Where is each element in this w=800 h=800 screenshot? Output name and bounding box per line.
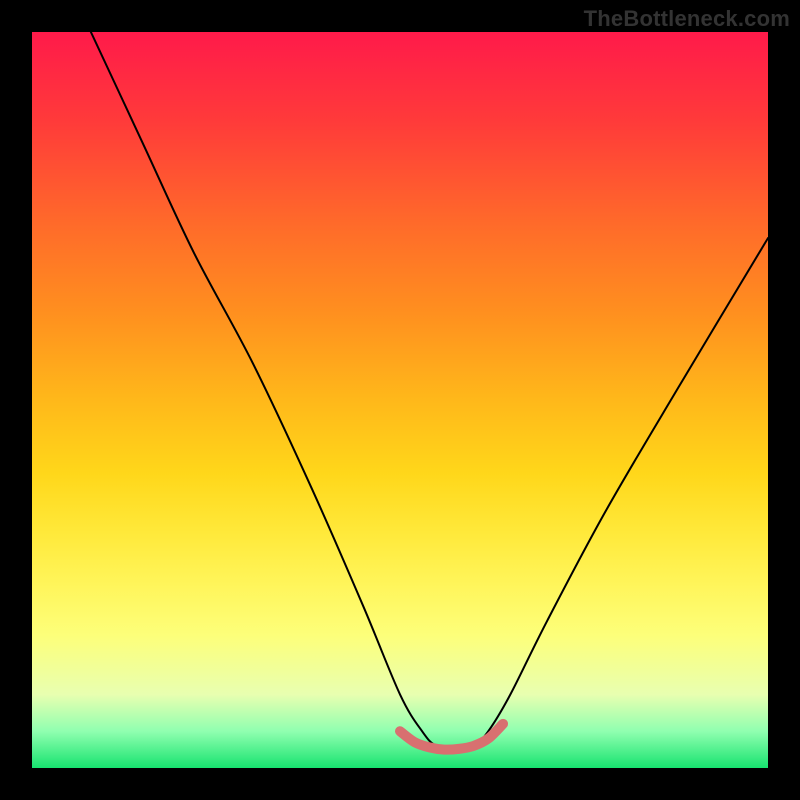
series-basin-marker <box>400 724 503 750</box>
chart-frame: TheBottleneck.com <box>0 0 800 800</box>
chart-plot-area <box>32 32 768 768</box>
watermark-label: TheBottleneck.com <box>584 6 790 32</box>
chart-svg <box>32 32 768 768</box>
series-bottleneck-curve <box>91 32 768 747</box>
